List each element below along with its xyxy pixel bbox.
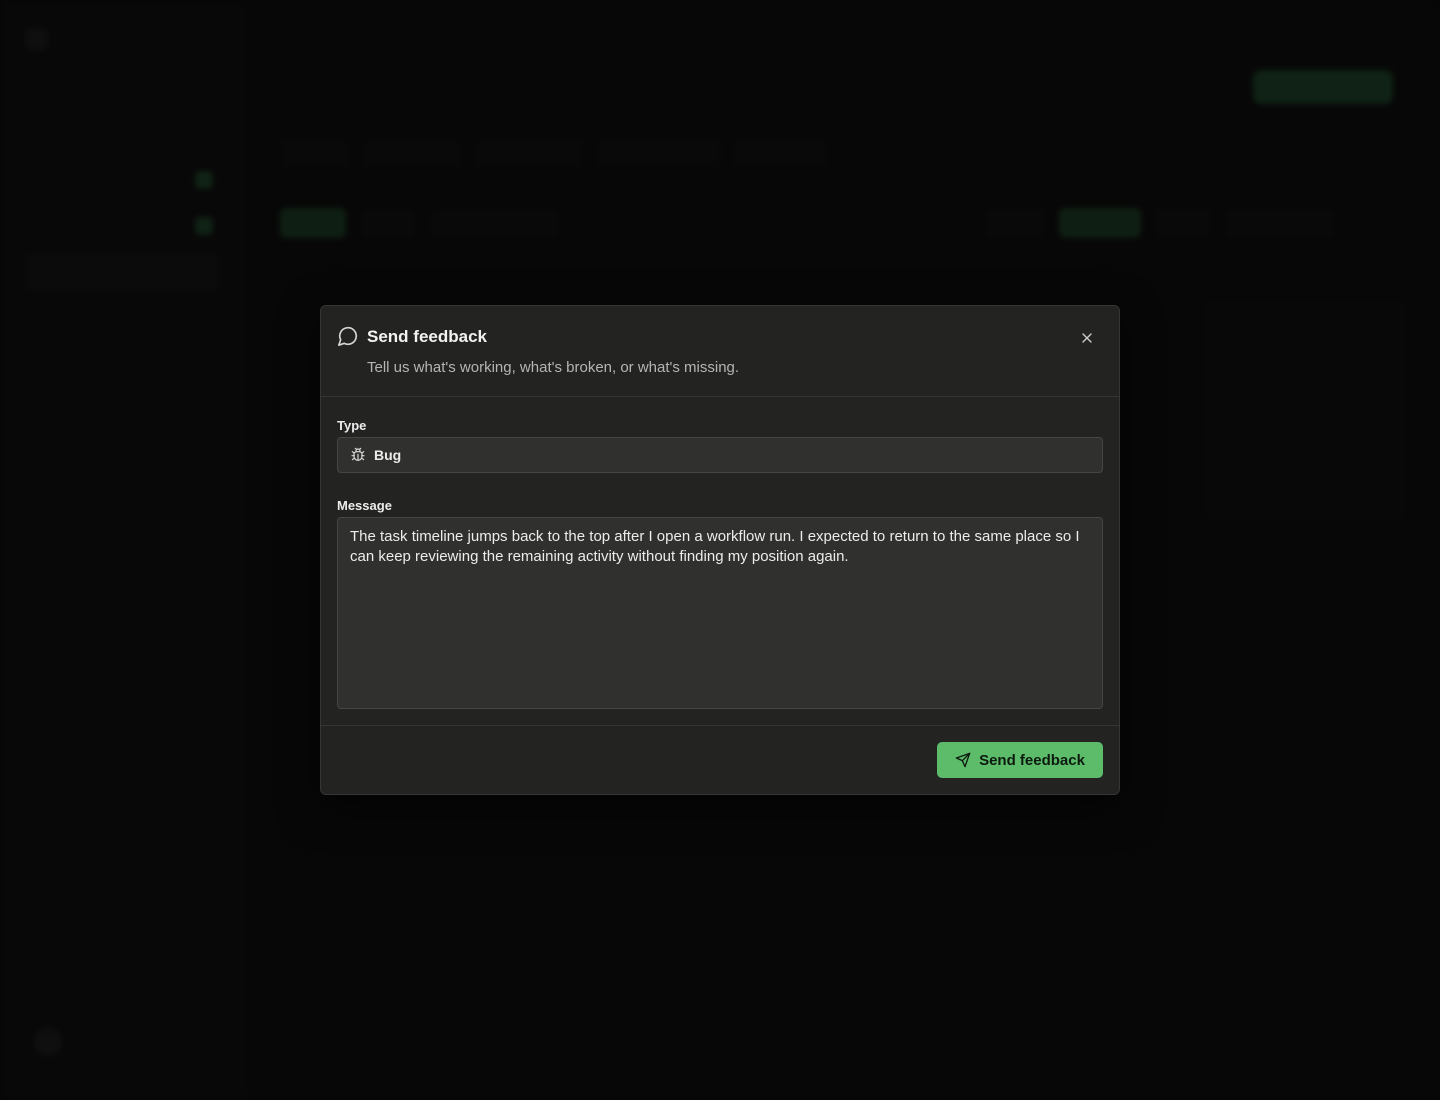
dialog-title: Send feedback	[367, 327, 487, 346]
type-select-value: Bug	[374, 447, 402, 463]
close-button[interactable]	[1075, 326, 1099, 350]
message-label: Message	[337, 498, 392, 513]
send-feedback-button[interactable]: Send feedback	[937, 742, 1103, 778]
dialog-footer: Send feedback	[321, 725, 1119, 795]
dialog-header: Send feedback Tell us what's working, wh…	[321, 306, 1119, 397]
type-label: Type	[337, 418, 367, 433]
dialog-subtitle: Tell us what's working, what's broken, o…	[367, 359, 740, 376]
message-circle-icon	[337, 325, 359, 347]
feedback-dialog: Send feedback Tell us what's working, wh…	[320, 305, 1120, 795]
send-icon	[955, 752, 971, 768]
type-select[interactable]: Bug	[337, 437, 1103, 473]
send-feedback-label: Send feedback	[979, 751, 1085, 769]
close-icon	[1082, 333, 1092, 343]
message-textarea[interactable]: The task timeline jumps back to the top …	[337, 517, 1103, 709]
bug-icon	[350, 447, 366, 463]
